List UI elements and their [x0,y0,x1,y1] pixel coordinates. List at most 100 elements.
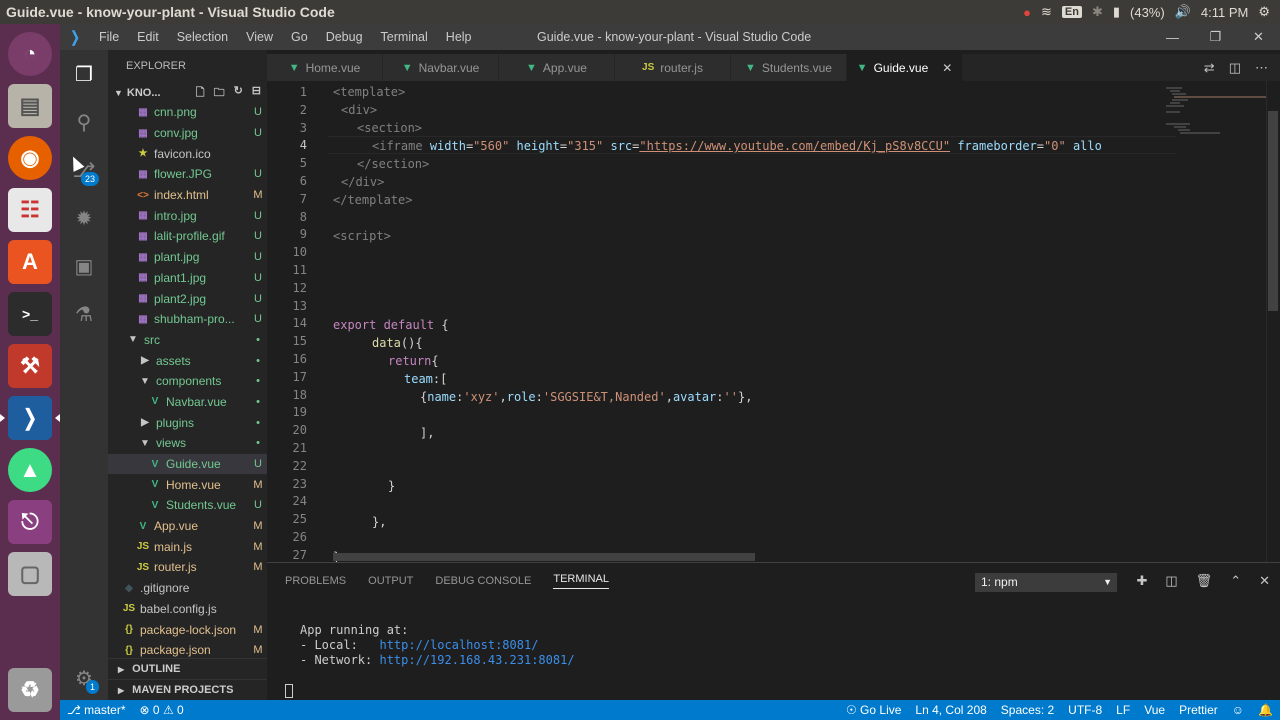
cursor-position[interactable]: Ln 4, Col 208 [908,703,993,717]
tree-item[interactable]: JSrouter.jsM [108,557,267,578]
software-center-icon[interactable]: A [8,240,52,284]
editor-tab[interactable]: ▼App.vue [499,54,615,81]
tree-item[interactable]: ▦shubham-pro...U [108,309,267,330]
usb-installer-icon[interactable]: ⎋ [8,500,52,544]
tab-debug-console[interactable]: DEBUG CONSOLE [435,575,531,587]
settings-tools-icon[interactable]: ⚒ [8,344,52,388]
tree-item[interactable]: ◆.gitignore [108,578,267,599]
ubuntu-search-icon[interactable]: ◔ [8,32,52,76]
refresh-icon[interactable]: ↻ [234,84,243,103]
wifi-icon[interactable]: ≋ [1041,4,1052,20]
battery-icon[interactable]: ▮ [1113,4,1120,20]
close-panel-icon[interactable]: ✕ [1259,573,1270,589]
split-terminal-icon[interactable]: ◫ [1165,573,1177,589]
android-studio-icon[interactable]: ▲ [8,448,52,492]
maven-section[interactable]: ▶ MAVEN PROJECTS [108,679,267,700]
menu-view[interactable]: View [237,30,282,44]
scrollbar-thumb[interactable] [1268,111,1278,311]
code-link[interactable]: "https://www.youtube.com/embed/Kj_pS8v8C… [639,139,950,153]
tree-item[interactable]: ▦cnn.pngU [108,102,267,123]
close-tab-icon[interactable]: ✕ [942,61,952,75]
volume-icon[interactable]: 🔊 [1175,4,1191,20]
go-live-button[interactable]: ☉ Go Live [839,703,908,717]
editor-horizontal-scrollbar[interactable] [333,553,755,561]
editor-vertical-scrollbar[interactable] [1266,81,1280,562]
vscode-icon[interactable]: ❭ [8,396,52,440]
tree-item[interactable]: ▦plant.jpgU [108,247,267,268]
new-folder-icon[interactable]: 🗀 [214,84,225,103]
extensions-icon[interactable]: ▣ [60,242,108,290]
explorer-icon[interactable]: ❐ [60,50,108,98]
keyboard-language-indicator[interactable]: En [1062,6,1082,18]
disk-drive-icon[interactable]: ▢ [8,552,52,596]
source-control-icon[interactable]: ⎇23 [60,146,108,194]
code-editor[interactable]: 1234567891011121314151617181920212223242… [267,81,1280,562]
open-changes-icon[interactable]: ⇄ [1204,60,1215,76]
tree-item[interactable]: ▼views• [108,433,267,454]
menu-terminal[interactable]: Terminal [372,30,437,44]
tab-terminal[interactable]: TERMINAL [553,573,609,589]
tree-item[interactable]: {}package-lock.jsonM [108,619,267,640]
menu-debug[interactable]: Debug [317,30,372,44]
tab-output[interactable]: OUTPUT [368,575,413,587]
maximize-panel-icon[interactable]: ⌃ [1230,573,1241,589]
editor-tab[interactable]: ▼Students.vue [731,54,847,81]
tab-problems[interactable]: PROBLEMS [285,575,346,587]
collapse-all-icon[interactable]: ⊟ [252,84,261,103]
files-icon[interactable]: ▤ [8,84,52,128]
manage-gear-icon[interactable]: ⚙1 [60,654,108,702]
writer-icon[interactable]: ☷ [8,188,52,232]
tree-item[interactable]: ▦plant2.jpgU [108,288,267,309]
terminal-local-link[interactable]: http://localhost:8081/ [379,638,538,652]
editor-tab[interactable]: ▼Home.vue [267,54,383,81]
firefox-icon[interactable]: ◉ [8,136,52,180]
minimap[interactable] [1166,81,1266,562]
kill-terminal-icon[interactable]: 🗑 [1196,573,1213,589]
power-gear-icon[interactable]: ⚙ [1258,4,1270,20]
clock[interactable]: 4:11 PM [1201,5,1248,20]
tree-item[interactable]: VNavbar.vue• [108,392,267,413]
editor-tab[interactable]: JSrouter.js [615,54,731,81]
folder-expand-icon[interactable]: ▼ [114,88,123,98]
restore-icon[interactable]: ❐ [1194,29,1237,45]
tree-item[interactable]: ▦intro.jpgU [108,205,267,226]
split-editor-icon[interactable]: ◫ [1229,60,1241,76]
tree-item[interactable]: ★favicon.ico [108,143,267,164]
trash-icon[interactable]: ♻ [8,668,52,712]
language-mode[interactable]: Vue [1137,703,1172,717]
tree-item[interactable]: ▦flower.JPGU [108,164,267,185]
more-actions-icon[interactable]: ⋯ [1255,60,1268,76]
new-file-icon[interactable]: 🗋 [196,84,205,103]
outline-section[interactable]: ▶ OUTLINE [108,658,267,679]
bluetooth-icon[interactable]: ✱ [1092,4,1103,20]
notifications-bell-icon[interactable]: 🔔 [1251,703,1280,717]
menu-help[interactable]: Help [437,30,481,44]
menu-go[interactable]: Go [282,30,317,44]
terminal-select[interactable]: 1: npm▼ [975,573,1117,592]
terminal-icon[interactable]: >_ [8,292,52,336]
tree-item[interactable]: ▦plant1.jpgU [108,268,267,289]
tree-item[interactable]: <>index.htmlM [108,185,267,206]
tree-item[interactable]: JSbabel.config.js [108,599,267,620]
end-of-line[interactable]: LF [1109,703,1137,717]
problems-status[interactable]: ⊗ 0 ⚠ 0 [133,703,191,717]
minimize-icon[interactable]: — [1151,30,1194,45]
editor-tab[interactable]: ▼Guide.vue✕ [847,54,963,81]
tree-item[interactable]: ▼components• [108,371,267,392]
terminal-output[interactable]: App running at: - Local: http://localhos… [300,623,575,668]
debug-icon[interactable]: ✹ [60,194,108,242]
menu-file[interactable]: File [90,30,128,44]
indentation[interactable]: Spaces: 2 [994,703,1061,717]
close-window-icon[interactable]: ✕ [1237,29,1280,45]
tree-item[interactable]: VGuide.vueU [108,454,267,475]
feedback-smiley-icon[interactable]: ☺ [1225,703,1251,717]
tree-item[interactable]: ▼src• [108,330,267,351]
test-flask-icon[interactable]: ⚗ [60,290,108,338]
tree-item[interactable]: VApp.vueM [108,516,267,537]
menu-edit[interactable]: Edit [128,30,168,44]
formatter[interactable]: Prettier [1172,703,1225,717]
tree-item[interactable]: ▶plugins• [108,412,267,433]
editor-tab[interactable]: ▼Navbar.vue [383,54,499,81]
new-terminal-icon[interactable]: ✚ [1136,573,1147,589]
search-icon[interactable]: ⚲ [60,98,108,146]
